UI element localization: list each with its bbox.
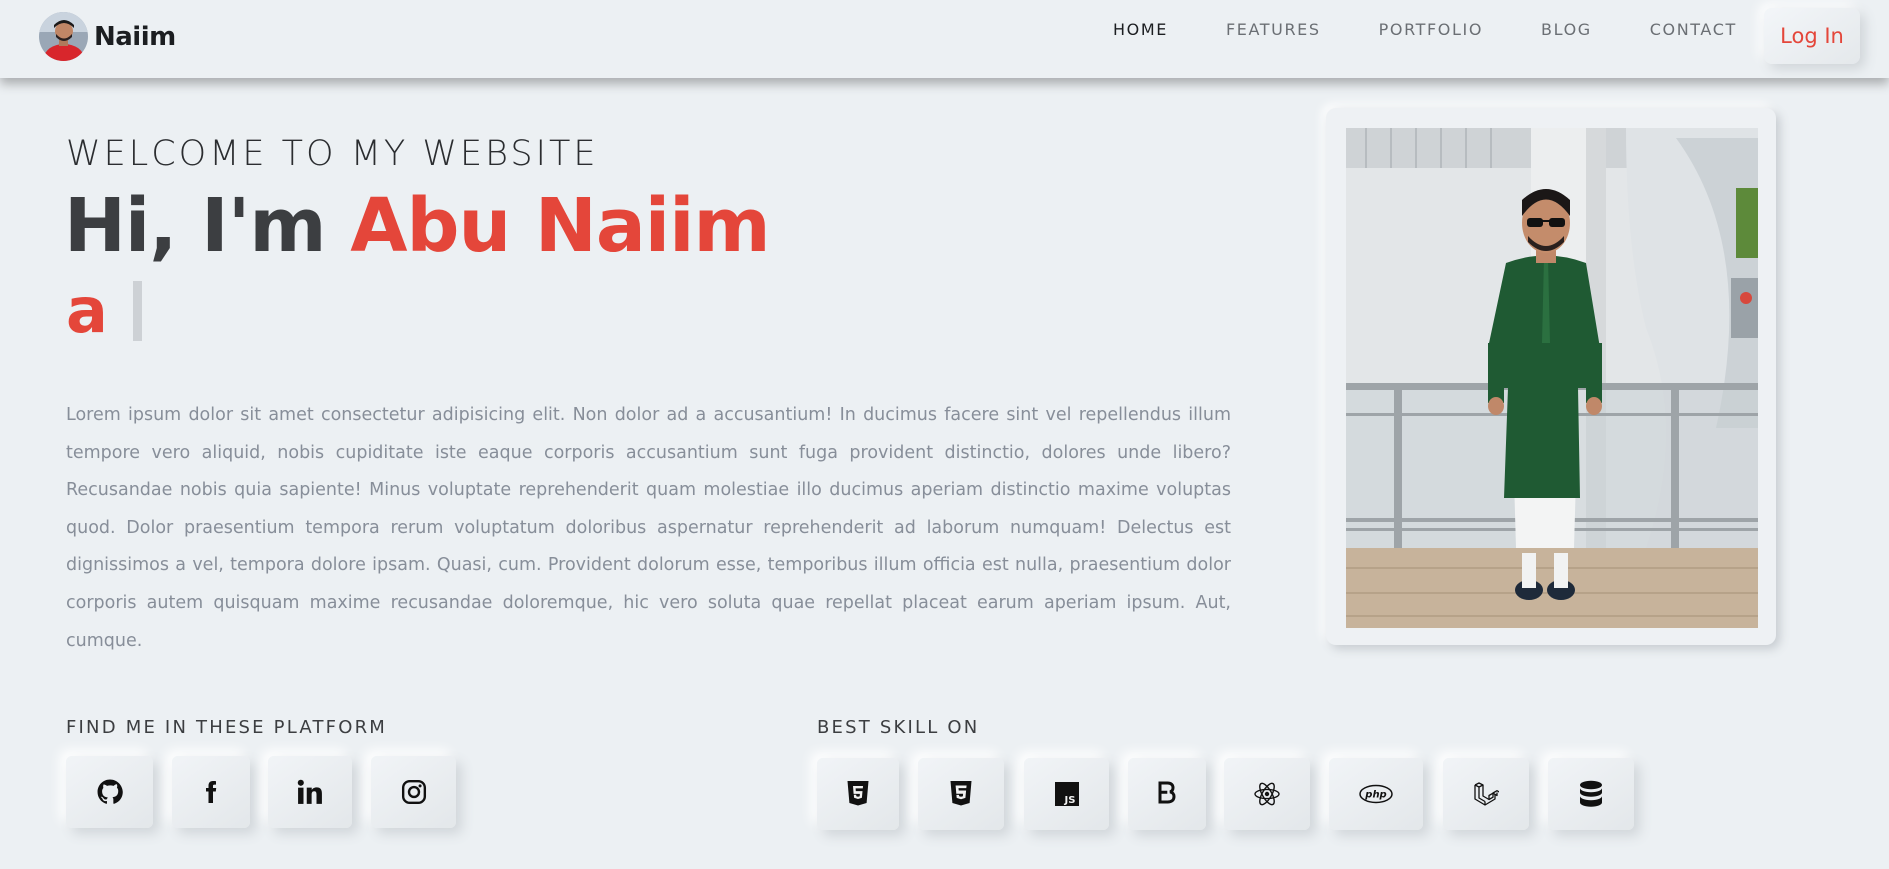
nav-link-features[interactable]: FEATURES: [1226, 20, 1321, 39]
nav-link-home[interactable]: HOME: [1113, 20, 1168, 39]
main-nav: HOME FEATURES PORTFOLIO BLOG CONTACT: [1113, 20, 1737, 39]
javascript-icon: JS: [1054, 782, 1079, 806]
hero-headline: Hi, I'm Abu Naiim: [64, 183, 771, 269]
php-icon-text: php: [1364, 790, 1386, 801]
nav-link-contact[interactable]: CONTACT: [1650, 20, 1737, 39]
brand[interactable]: Naiim: [39, 12, 176, 61]
avatar: [39, 12, 88, 61]
skill-database: [1548, 758, 1634, 830]
skills-section-title: BEST SKILL ON: [817, 717, 980, 738]
site-header: Naiim HOME FEATURES PORTFOLIO BLOG CONTA…: [0, 0, 1889, 78]
skill-bootstrap: [1128, 758, 1206, 830]
bootstrap-icon: [1158, 781, 1176, 804]
facebook-icon: [206, 781, 217, 803]
database-icon: [1580, 780, 1602, 807]
login-button[interactable]: Log In: [1764, 8, 1860, 64]
skill-javascript: JS: [1024, 758, 1109, 830]
linkedin-icon: [297, 779, 322, 804]
skill-css3: [918, 758, 1004, 830]
skill-html5: [817, 758, 899, 830]
instagram-link[interactable]: [371, 756, 456, 828]
portrait-card: [1326, 108, 1776, 645]
skill-php: php: [1329, 758, 1423, 830]
social-section-title: FIND ME IN THESE PLATFORM: [66, 717, 388, 738]
welcome-heading: WELCOME TO MY WEBSITE: [66, 134, 599, 174]
typing-cursor: [132, 281, 142, 341]
skill-react: [1224, 758, 1310, 830]
laravel-icon: [1474, 782, 1499, 806]
hero-greeting: Hi, I'm: [64, 183, 351, 269]
brand-name: Naiim: [94, 21, 176, 52]
bio-paragraph: Lorem ipsum dolor sit amet consectetur a…: [66, 405, 1231, 651]
linkedin-link[interactable]: [268, 756, 352, 828]
react-icon: [1254, 782, 1280, 806]
github-link[interactable]: [66, 756, 153, 828]
github-icon: [97, 779, 123, 804]
javascript-icon-text: JS: [1063, 795, 1075, 806]
skill-laravel: [1443, 758, 1529, 830]
nav-link-portfolio[interactable]: PORTFOLIO: [1379, 20, 1483, 39]
typed-line: a: [66, 280, 142, 342]
typed-text: a: [66, 274, 108, 347]
instagram-icon: [401, 779, 426, 805]
hero-name: Abu Naiim: [350, 183, 770, 269]
nav-link-blog[interactable]: BLOG: [1541, 20, 1592, 39]
html5-icon: [847, 781, 869, 806]
css3-icon: [950, 781, 972, 806]
php-icon: php: [1359, 784, 1393, 804]
facebook-link[interactable]: [172, 756, 250, 828]
portrait-photo: [1346, 128, 1758, 628]
